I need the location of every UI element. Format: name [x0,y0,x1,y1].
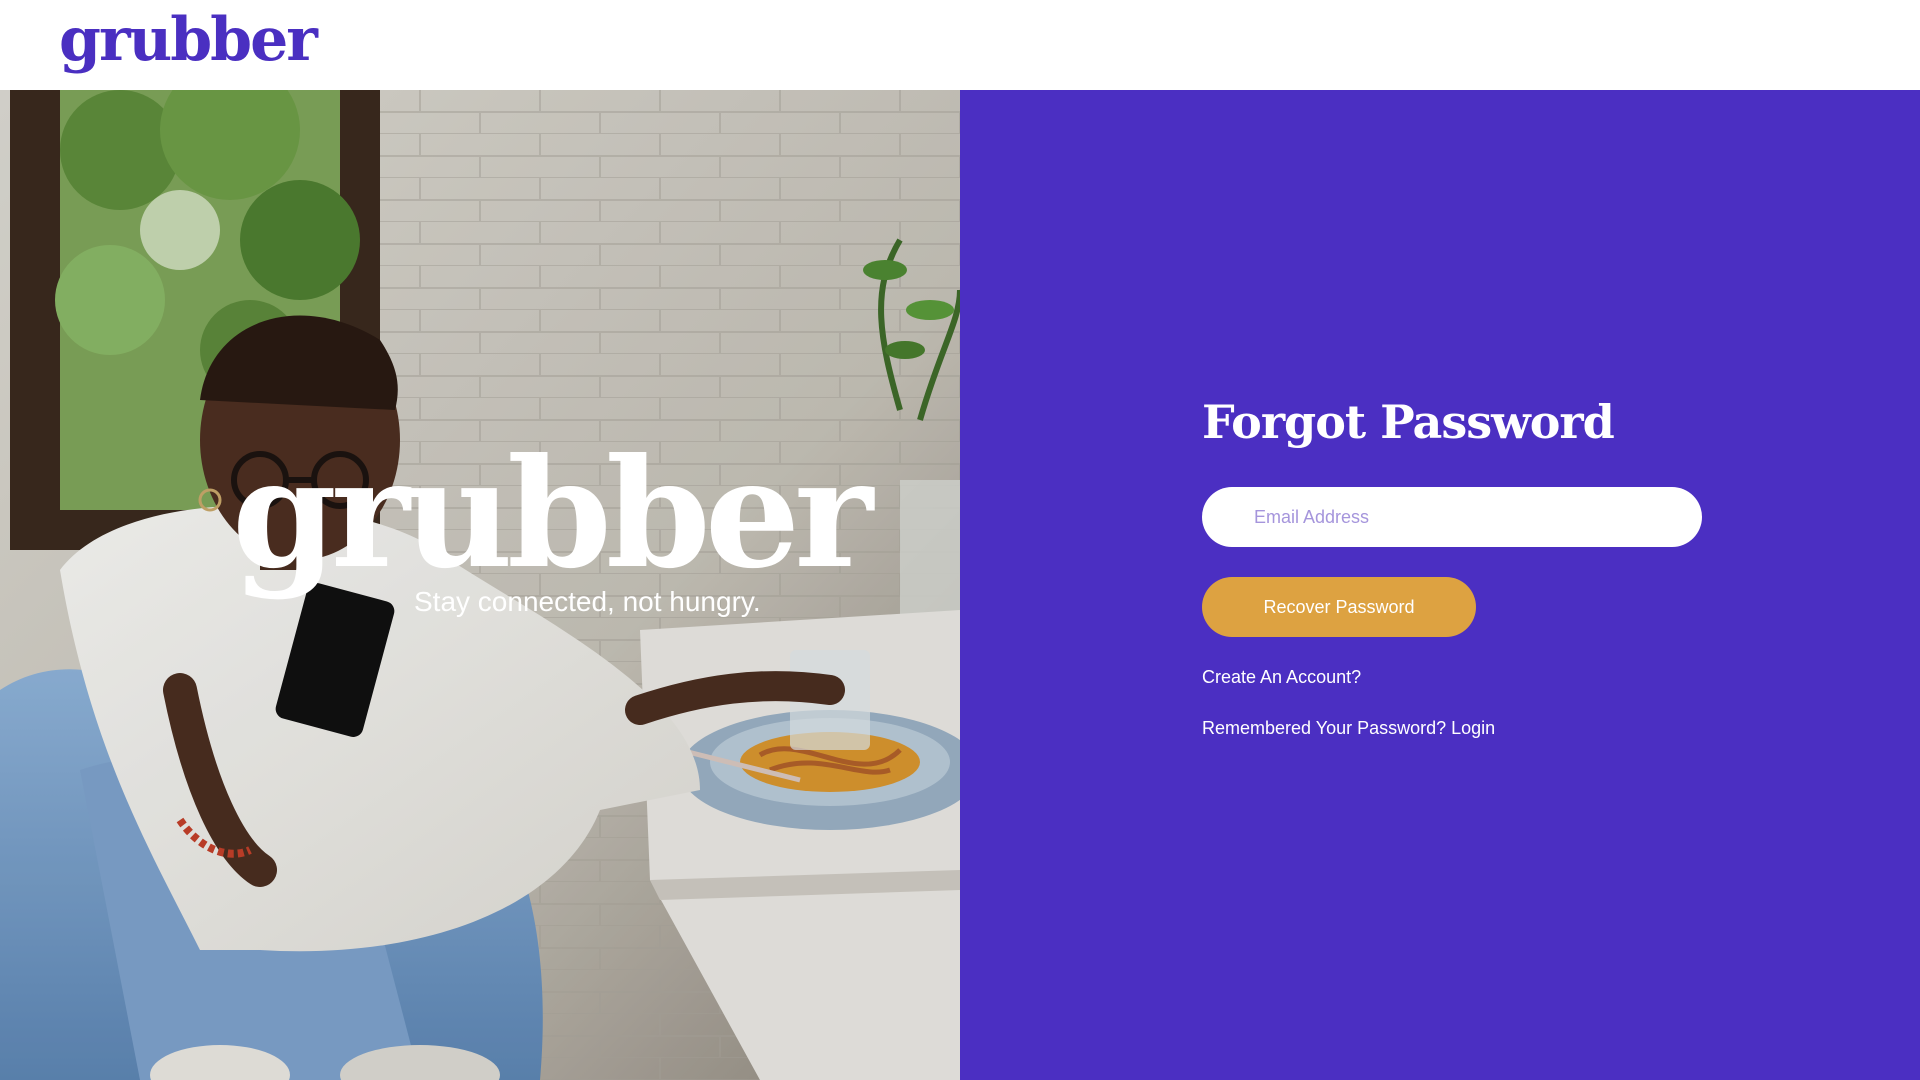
hero-brand-wordmark: grubber [232,426,873,602]
forgot-password-panel: Forgot Password Recover Password Create … [960,90,1920,1080]
hero-image-panel: grubber Stay connected, not hungry. [0,90,960,1080]
top-header: grubber [0,0,1920,90]
email-field[interactable] [1202,487,1702,547]
create-account-link[interactable]: Create An Account? [1202,665,1361,689]
brand-logo[interactable]: grubber [59,2,318,78]
login-link[interactable]: Remembered Your Password? Login [1202,716,1495,740]
recover-password-button[interactable]: Recover Password [1202,577,1476,637]
page-title: Forgot Password [1202,395,1615,449]
hero-tagline: Stay connected, not hungry. [414,586,761,617]
